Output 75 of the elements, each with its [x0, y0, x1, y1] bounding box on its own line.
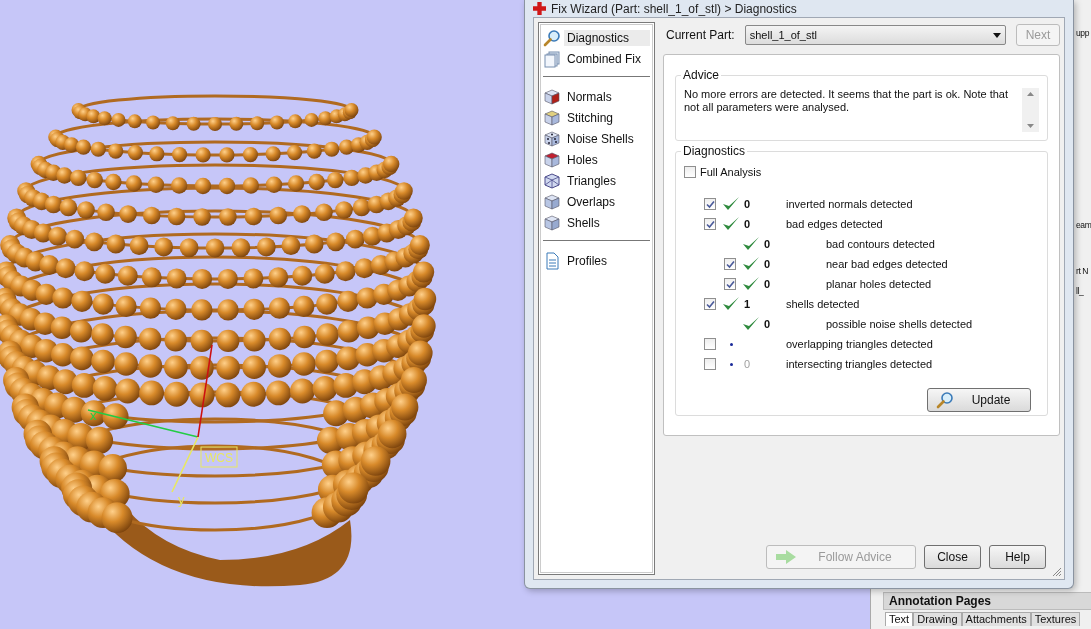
wcs-label: WCS: [200, 446, 238, 468]
scroll-up-icon[interactable]: [1027, 92, 1034, 96]
axis-label: x: [90, 408, 97, 423]
diagnostic-label: possible noise shells detected: [825, 318, 973, 330]
checkbox[interactable]: [684, 166, 696, 178]
cube-icon: [543, 108, 561, 127]
tab[interactable]: Drawing: [913, 612, 962, 626]
nav-item[interactable]: Diagnostics: [564, 29, 650, 46]
group-title: Diagnostics: [681, 144, 748, 158]
resize-grip-icon: [1052, 567, 1062, 577]
panel-text: eam: [1076, 220, 1091, 230]
count-value: 0: [764, 318, 771, 330]
diagnostic-label: shells detected: [786, 298, 860, 310]
dialog-button[interactable]: Close: [924, 545, 981, 569]
wireframe-cube-icon: [543, 171, 561, 190]
panel-text: ll_: [1076, 286, 1084, 296]
checkbox[interactable]: [704, 218, 716, 230]
checkbox[interactable]: [704, 198, 716, 210]
dialog-button[interactable]: Help: [989, 545, 1046, 569]
diagnostic-label: overlapping triangles detected: [786, 338, 933, 350]
count-value: 0: [744, 198, 751, 210]
cube-icon: [543, 87, 561, 106]
checkbox[interactable]: [704, 298, 716, 310]
search-icon: [543, 28, 561, 47]
window-title: Fix Wizard (Part: shell_1_of_stl) > Diagnostics: [551, 1, 797, 16]
field-label: Current Part:: [665, 28, 735, 42]
caret-icon: [993, 32, 1001, 38]
checkbox[interactable]: [704, 358, 716, 370]
panel-text: upp: [1076, 28, 1089, 38]
search-icon: [936, 391, 954, 409]
stacked-pages-icon: [543, 49, 561, 68]
cube-icon: [543, 192, 561, 211]
update-button[interactable]: Update: [927, 388, 1031, 412]
panel-title: Annotation Pages: [883, 592, 1091, 610]
axis-label: y: [178, 492, 185, 507]
checkbox-label: Full Analysis: [700, 166, 762, 178]
checkbox[interactable]: [724, 258, 736, 270]
nav-item[interactable]: Stitching: [564, 109, 650, 126]
document-icon: [543, 251, 561, 270]
panel-text: rt N: [1076, 266, 1089, 276]
diagnostic-label: near bad edges detected: [825, 258, 948, 270]
tab[interactable]: Text: [885, 612, 914, 626]
cube-icon: [543, 213, 561, 232]
nav-item[interactable]: Combined Fix: [564, 50, 650, 67]
arrow-icon: [775, 549, 797, 565]
count-value: 0: [764, 258, 771, 270]
checkbox[interactable]: [704, 338, 716, 350]
diagnostic-label: bad contours detected: [825, 238, 935, 250]
diagnostic-label: planar holes detected: [825, 278, 932, 290]
scrollbar[interactable]: [1022, 88, 1039, 132]
count-value: 0: [744, 218, 751, 230]
part-dropdown[interactable]: shell_1_of_stl: [744, 25, 1006, 45]
diagnostic-label: intersecting triangles detected: [786, 358, 933, 370]
count-value: 1: [744, 298, 751, 310]
scroll-down-icon[interactable]: [1027, 124, 1034, 128]
nav-item[interactable]: Holes: [564, 151, 650, 168]
plus-icon: [533, 2, 546, 15]
nav-item[interactable]: Noise Shells: [564, 130, 650, 147]
count-value: 0: [764, 278, 771, 290]
nav-item[interactable]: Shells: [564, 214, 650, 231]
nav-item[interactable]: Triangles: [564, 172, 650, 189]
group-title: Advice: [681, 68, 722, 82]
tab[interactable]: Textures: [1030, 612, 1081, 626]
nav-item[interactable]: Normals: [564, 88, 650, 105]
advice-text: No more errors are detected. It seems that the part is ok. Note that not all parameters were analysed.: [684, 88, 1010, 115]
dice-icon: [543, 129, 561, 148]
nav-item[interactable]: Profiles: [564, 252, 650, 269]
diagnostic-label: bad edges detected: [786, 218, 883, 230]
cube-icon: [543, 150, 561, 169]
count-value: 0: [764, 238, 771, 250]
checkbox[interactable]: [724, 278, 736, 290]
diagnostic-label: inverted normals detected: [786, 198, 913, 210]
nav-item[interactable]: Overlaps: [564, 193, 650, 210]
count-value: 0: [744, 358, 751, 370]
tab[interactable]: Attachments: [961, 612, 1031, 626]
